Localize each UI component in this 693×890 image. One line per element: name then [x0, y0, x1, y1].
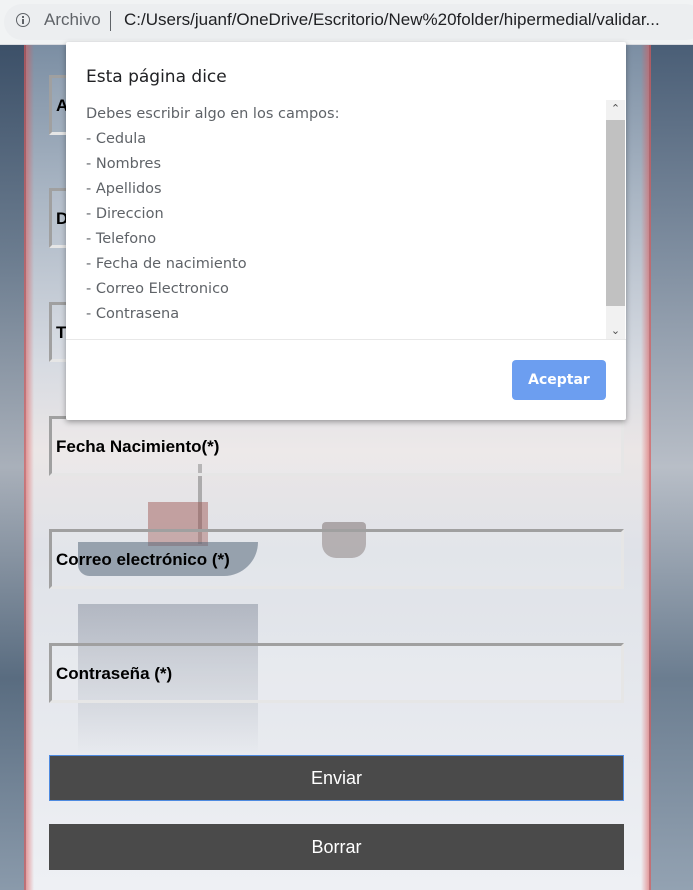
dialog-scrollbar[interactable]: ⌃ ⌄: [606, 100, 625, 340]
field-label: T: [56, 323, 67, 342]
field-fecha-nacimiento[interactable]: Fecha Nacimiento(*): [49, 416, 624, 476]
dialog-message-line: - Apellidos: [86, 181, 162, 197]
dialog-message-line: - Contrasena: [86, 306, 180, 322]
dialog-message-line: - Cedula: [86, 131, 147, 147]
dialog-message-line: - Correo Electronico: [86, 281, 229, 297]
alert-dialog: Esta página dice Debes escribir algo en …: [66, 42, 626, 420]
address-bar: Archivo C:/Users/juanf/OneDrive/Escritor…: [0, 0, 693, 45]
dialog-message-line: - Nombres: [86, 156, 162, 172]
field-label: Fecha Nacimiento(*): [56, 437, 220, 456]
field-label: Contraseña (*): [56, 664, 173, 683]
field-label: Correo electrónico (*): [56, 550, 230, 569]
scroll-down-arrow-icon[interactable]: ⌄: [606, 322, 625, 340]
dialog-title: Esta página dice: [86, 67, 227, 87]
dialog-message-line: - Telefono: [86, 231, 157, 247]
dialog-message-line: Debes escribir algo en los campos:: [86, 106, 340, 122]
dialog-divider: [66, 339, 626, 340]
field-contrasena[interactable]: Contraseña (*): [49, 643, 624, 703]
address-separator: [110, 11, 111, 31]
field-correo-electronico[interactable]: Correo electrónico (*): [49, 529, 624, 589]
protocol-label: Archivo: [44, 10, 101, 29]
dialog-message-line: - Fecha de nacimiento: [86, 256, 247, 272]
reset-button[interactable]: Borrar: [49, 824, 624, 870]
submit-button[interactable]: Enviar: [49, 755, 624, 801]
dialog-message: Debes escribir algo en los campos: - Ced…: [66, 100, 626, 340]
accept-button[interactable]: Aceptar: [512, 360, 606, 400]
scroll-thumb[interactable]: [606, 120, 625, 306]
dialog-message-line: - Direccion: [86, 206, 164, 222]
url-text[interactable]: C:/Users/juanf/OneDrive/Escritorio/New%2…: [124, 10, 689, 30]
info-icon[interactable]: [16, 13, 30, 27]
scroll-up-arrow-icon[interactable]: ⌃: [606, 100, 625, 118]
